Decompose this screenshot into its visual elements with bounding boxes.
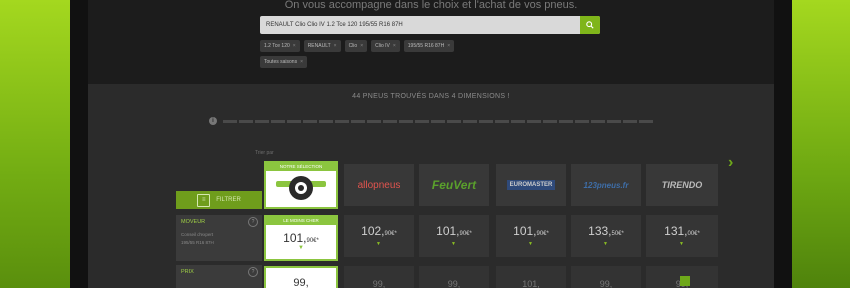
price-cell[interactable]: 99, [419,266,489,288]
filter-button[interactable]: ≡ FILTRER [176,191,262,209]
retailer-logo-allopneus[interactable]: allopneus [344,164,414,206]
close-icon[interactable]: × [334,43,337,49]
featured-price: 101,90€* [283,231,319,245]
filter-chip[interactable]: Clio × [344,40,368,52]
price-cell[interactable]: 101,90€* ▼ [496,215,566,257]
retailer-logo-feuvert[interactable]: FeuVert [419,164,489,206]
price-cell[interactable]: 133,50€* ▼ [571,215,641,257]
monitor-frame: On vous accompagne dans le choix et l'ac… [70,0,792,288]
price-cell[interactable]: 99, [571,266,641,288]
help-icon[interactable]: ? [248,267,258,277]
dropdown-icon[interactable]: ▼ [603,241,608,247]
filter-chip[interactable]: 195/55 R16 87H × [403,40,455,52]
close-icon[interactable]: × [293,43,296,49]
price-cell[interactable]: 99, [344,266,414,288]
price: 133,50€* [588,224,624,238]
info-icon: i [209,117,217,125]
chevron-right-icon[interactable]: › [728,154,733,172]
close-icon[interactable]: × [447,43,450,49]
dropdown-icon[interactable]: ▼ [528,241,533,247]
close-icon[interactable]: × [360,43,363,49]
dropdown-icon[interactable]: ▼ [266,245,336,251]
dropdown-icon[interactable]: ▼ [451,241,456,247]
filter-chips: 1.2 Tce 120 × RENAULT × Clio × Clio IV × 195… [260,40,455,52]
featured-next-price: 99, [293,277,309,288]
search-button[interactable] [580,16,600,34]
help-icon[interactable]: ? [248,217,258,227]
corner-button[interactable] [680,276,690,286]
tire-icon [276,176,326,200]
screen: On vous accompagne dans le choix et l'ac… [88,0,774,288]
featured-selection-card[interactable]: NOTRE SÉLECTION [264,161,338,209]
price: 101,90€* [513,224,549,238]
price-cell[interactable]: 101, [496,266,566,288]
hero-text: On vous accompagne dans le choix et l'ac… [284,0,578,11]
price: 102,90€* [361,224,397,238]
price: 101,90€* [436,224,472,238]
price-cell[interactable]: 101,90€* ▼ [419,215,489,257]
dropdown-icon[interactable]: ▼ [679,241,684,247]
price: 131,00€* [664,224,700,238]
retailer-logo-123pneus[interactable]: 123pneus.fr [571,164,641,206]
filter-icon: ≡ [197,193,211,207]
featured-moins-cher: LE MOINS CHER [266,217,336,225]
filter-chip[interactable]: 1.2 Tce 120 × [260,40,300,52]
background-right [792,0,850,288]
info-text-lines [223,120,653,123]
filter-panel-price[interactable]: PRIX ? [176,265,262,288]
price-cell[interactable]: 131,00€* ▼ [646,215,718,257]
filter-chip[interactable]: RENAULT × [303,40,341,52]
filter-chips-season: Toutes saisons × [260,56,307,68]
featured-next-card[interactable]: 99, [264,266,338,288]
retailer-logo-euromaster[interactable]: EUROMASTER [496,164,566,206]
sort-label[interactable]: Trier par [255,150,274,156]
close-icon[interactable]: × [300,59,303,65]
featured-price-card[interactable]: LE MOINS CHER 101,90€* ▼ [264,215,338,261]
search-value: RENAULT Clio Clio IV 1.2 Tce 120 195/55 … [266,22,403,28]
background-left [0,0,70,288]
results-area: 44 PNEUS TROUVÉS DANS 4 DIMENSIONS ! i T… [88,84,774,288]
vehicle-search-input[interactable]: RENAULT Clio Clio IV 1.2 Tce 120 195/55 … [260,16,600,34]
search-icon [586,21,594,29]
results-heading: 44 PNEUS TROUVÉS DANS 4 DIMENSIONS ! [352,93,510,100]
retailer-logo-tirendo[interactable]: TIRENDO [646,164,718,206]
filter-chip[interactable]: Clio IV × [371,40,400,52]
dropdown-icon[interactable]: ▼ [376,241,381,247]
price-cell[interactable]: 102,90€* ▼ [344,215,414,257]
featured-header: NOTRE SÉLECTION [266,163,336,171]
filter-chip[interactable]: Toutes saisons × [260,56,307,68]
filter-panel-vehicle[interactable]: MOVEUR ? Conseil d'expert 195/55 R16 87H [176,215,262,261]
close-icon[interactable]: × [393,43,396,49]
